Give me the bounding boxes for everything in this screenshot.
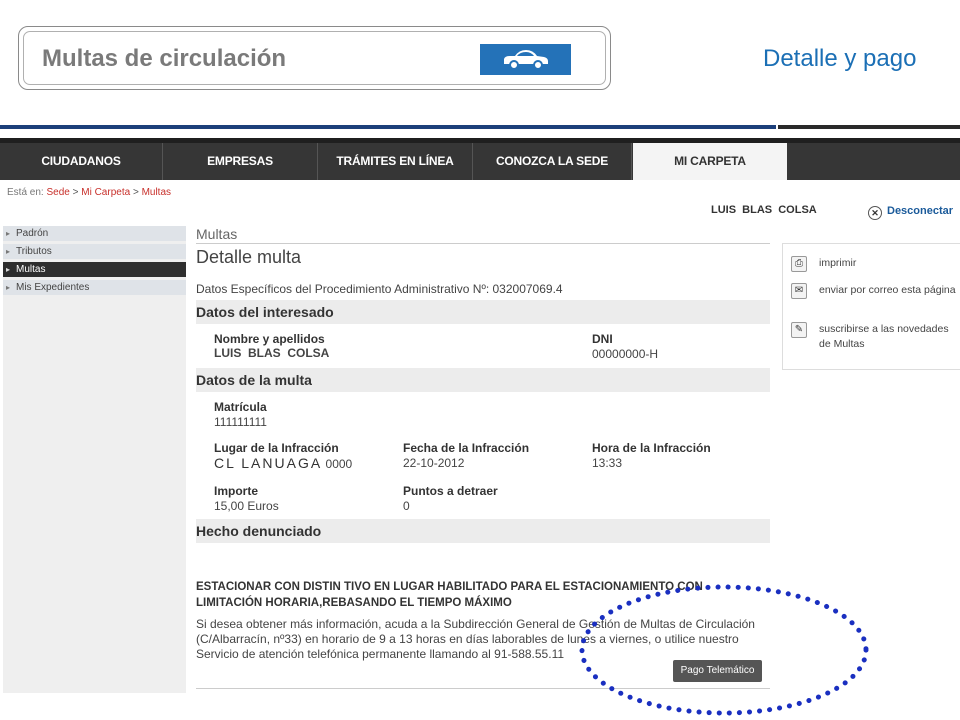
place-street: CL LANUAGA — [214, 455, 323, 471]
nav-conozca-la-sede[interactable]: CONOZCA LA SEDE — [473, 143, 632, 180]
breadcrumb-sede[interactable]: Sede — [46, 187, 69, 198]
top-grey-bar — [778, 125, 960, 129]
section-heading-hecho: Hecho denunciado — [196, 519, 770, 543]
email-page-label: enviar por correo esta página — [819, 284, 956, 296]
section-heading-multa: Datos de la multa — [196, 368, 770, 392]
disconnect-label: Desconectar — [887, 205, 954, 217]
nav-ciudadanos[interactable]: CIUDADANOS — [0, 143, 163, 180]
offense-description: ESTACIONAR CON DISTIN TIVO EN LUGAR HABI… — [196, 581, 703, 609]
amount-value: 15,00 Euros — [214, 499, 279, 513]
envelope-icon: ✉ — [791, 283, 807, 299]
pago-telematico-button[interactable]: Pago Telemático — [673, 660, 762, 682]
slide-title-box: Multas de circulación — [18, 26, 611, 90]
dni-value: 00000000-H — [592, 347, 658, 361]
sidebar-item-mis-expedientes[interactable]: Mis Expedientes — [3, 280, 186, 295]
amount-label: Importe — [214, 484, 259, 498]
sidebar-item-multas[interactable]: Multas — [3, 262, 186, 277]
date-value: 22-10-2012 — [403, 456, 465, 470]
slide-subtitle: Detalle y pago — [763, 45, 917, 72]
printer-icon: ⎙ — [791, 256, 807, 272]
top-strip — [0, 125, 960, 137]
subscribe-icon: ✎ — [791, 322, 807, 338]
main-navbar: CIUDADANOS EMPRESAS TRÁMITES EN LÍNEA CO… — [0, 138, 960, 180]
dni-label: DNI — [592, 332, 613, 346]
plate-label: Matrícula — [214, 400, 267, 414]
user-name: LUIS BLAS COLSA — [711, 204, 817, 216]
disconnect-icon: ✕ — [868, 206, 882, 220]
sidebar-item-padron[interactable]: Padrón — [3, 226, 186, 241]
time-label: Hora de la Infracción — [592, 441, 711, 455]
page-title: Detalle multa — [196, 247, 302, 267]
name-label: Nombre y apellidos — [214, 332, 325, 346]
breadcrumb-multas[interactable]: Multas — [142, 187, 171, 198]
plate-value: 111111111 — [214, 415, 267, 429]
car-icon-box — [480, 44, 571, 75]
right-tools-panel: ⎙ imprimir ✉ enviar por correo esta pági… — [782, 243, 960, 370]
section-divider — [196, 243, 770, 244]
breadcrumb-separator: > — [132, 187, 139, 198]
subscribe-label: suscribirse a las novedades de Multas — [819, 323, 949, 350]
sidebar-item-tributos[interactable]: Tributos — [3, 244, 186, 259]
breadcrumb-separator: > — [72, 187, 79, 198]
points-value: 0 — [403, 499, 410, 513]
sidebar: Padrón Tributos Multas Mis Expedientes — [3, 226, 186, 693]
nav-mi-carpeta[interactable]: MI CARPETA — [633, 143, 787, 180]
print-label: imprimir — [819, 257, 857, 269]
info-text: Si desea obtener más información, acuda … — [196, 617, 755, 661]
slide-title: Multas de circulación — [42, 45, 287, 72]
date-label: Fecha de la Infracción — [403, 441, 530, 455]
top-blue-bar — [0, 125, 776, 129]
nav-empresas[interactable]: EMPRESAS — [163, 143, 318, 180]
website-screenshot: CIUDADANOS EMPRESAS TRÁMITES EN LÍNEA CO… — [0, 125, 960, 720]
procedure-number: Datos Específicos del Procedimiento Admi… — [196, 282, 563, 296]
dni-letter: -H — [645, 347, 659, 361]
section-heading-interesado: Datos del interesado — [196, 300, 770, 324]
dni-number: 00000000 — [592, 347, 646, 361]
nav-tramites-en-linea[interactable]: TRÁMITES EN LÍNEA — [318, 143, 473, 180]
breadcrumb: Está en: Sede > Mi Carpeta > Multas — [7, 187, 171, 198]
name-value: LUIS BLAS COLSA — [214, 346, 330, 360]
disconnect-link[interactable]: ✕ Desconectar — [868, 205, 953, 220]
content-bottom-divider — [196, 688, 770, 689]
section-label: Multas — [196, 226, 238, 242]
place-number: 0000 — [325, 457, 353, 471]
breadcrumb-prefix: Está en: — [7, 187, 44, 198]
breadcrumb-mi-carpeta[interactable]: Mi Carpeta — [81, 187, 130, 198]
place-value: CL LANUAGA 0000 — [214, 455, 352, 471]
time-value: 13:33 — [592, 456, 623, 470]
place-label: Lugar de la Infracción — [214, 441, 339, 455]
car-icon — [503, 50, 548, 70]
points-label: Puntos a detraer — [403, 484, 498, 498]
